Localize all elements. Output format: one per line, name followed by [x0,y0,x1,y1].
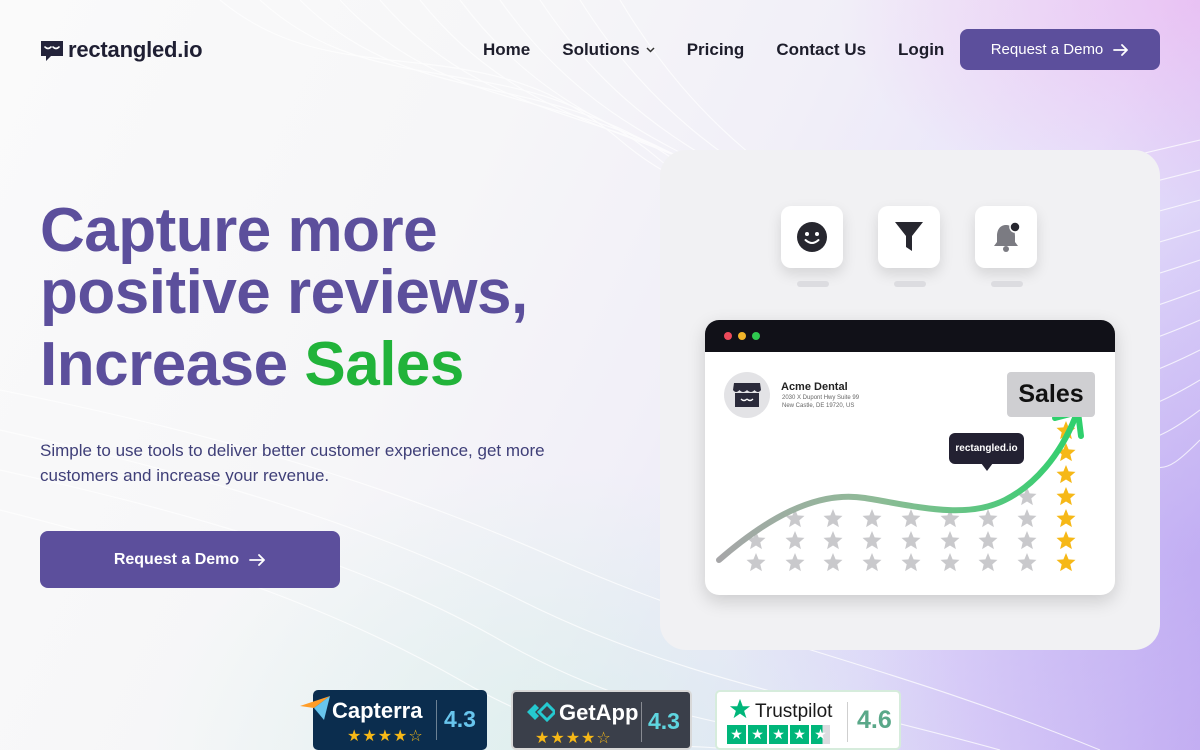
nav-solutions-label: Solutions [562,40,640,59]
rating-star [901,531,921,550]
trustpilot-star-box: ★ [811,725,830,744]
getapp-score: 4.3 [648,708,680,734]
trustpilot-rating-badge[interactable]: Trustpilot 4.6 ★ ★ ★ ★ ★ [715,690,901,750]
hero-title-line3: Increase Sales [40,334,600,396]
browser-window: Acme Dental 2030 X Dupont Hwy Suite 99 N… [705,320,1115,595]
rating-star [1056,553,1076,572]
badge-divider [641,702,642,742]
business-name: Acme Dental [781,381,848,393]
filter-icon [895,222,923,251]
rating-star-grid [746,421,1076,572]
badge-divider [436,700,437,740]
trustpilot-star-box: ★ [748,725,767,744]
trustpilot-star-icon [729,698,751,719]
getapp-stars: ★★★★☆ [535,730,612,747]
rating-star [1017,531,1037,550]
tile-bell [975,206,1037,268]
brand-logo[interactable]: rectangled.io [40,37,203,63]
trustpilot-star-box: ★ [727,725,746,744]
site-header: rectangled.io Home Solutions Pricing Con… [40,29,1160,71]
chevron-down-icon [646,47,655,53]
trustpilot-score: 4.6 [857,706,892,734]
hero-section: Capture more positive reviews, Increase … [40,200,600,588]
business-address: 2030 X Dupont Hwy Suite 99 New Castle, D… [782,395,859,410]
hero-title-line2: positive reviews, [40,258,528,327]
nav-login-label: Login [898,40,945,59]
capterra-stars: ★★★★☆ [347,728,424,745]
rating-star [901,509,921,528]
rating-star [862,531,882,550]
nav-contact-label: Contact Us [776,40,867,59]
rating-star [978,553,998,572]
getapp-logo-icon [527,702,555,722]
tile-filter [878,206,940,268]
rating-star [940,553,960,572]
capterra-rating-badge[interactable]: Capterra 4.3 ★★★★☆ [300,690,487,750]
rating-star [940,531,960,550]
tile-caption-bar [894,281,926,287]
hero-title: Capture more positive reviews, Increase … [40,200,600,396]
request-demo-hero-label: Request a Demo [113,550,240,568]
rating-star [823,553,843,572]
nav-home-label: Home [483,40,531,59]
storefront-icon [733,383,761,407]
business-avatar [724,372,770,418]
tile-caption-bar [991,281,1023,287]
hero-title-line1: Capture more [40,196,438,265]
nav-login[interactable]: Login [898,40,944,60]
rating-star [901,553,921,572]
product-illustration: Acme Dental 2030 X Dupont Hwy Suite 99 N… [660,150,1160,650]
nav-pricing[interactable]: Pricing [687,40,745,60]
tile-caption-bar [797,281,829,287]
nav-contact[interactable]: Contact Us [776,40,866,60]
business-address-line2: New Castle, DE 19720, US [782,402,855,409]
growth-chart [716,409,1084,572]
rating-star [1056,465,1076,484]
rating-star [978,531,998,550]
rating-star [785,531,805,550]
rating-star [1017,509,1037,528]
capterra-name: Capterra [332,698,423,723]
hero-subtitle: Simple to use tools to deliver better cu… [40,441,545,485]
nav-home[interactable]: Home [483,40,530,60]
trustpilot-star-box: ★ [769,725,788,744]
arrow-right-icon [249,553,266,566]
rating-star [746,553,766,572]
brand-name: rectangled.io [68,37,203,62]
tile-smiley [781,206,843,268]
sales-badge: Sales [1007,372,1095,417]
rating-star [978,509,998,528]
capterra-score: 4.3 [444,706,476,732]
badge-divider [847,702,848,742]
rating-star [1056,531,1076,550]
rating-star [1056,509,1076,528]
rating-star [823,531,843,550]
nav-pricing-label: Pricing [686,40,745,59]
rating-star [823,509,843,528]
rating-star [862,553,882,572]
getapp-rating-badge[interactable]: GetApp 4.3 ★★★★☆ [511,690,692,750]
trustpilot-name: Trustpilot [755,701,833,722]
getapp-name: GetApp [559,700,639,725]
request-demo-button-hero[interactable]: Request a Demo [40,531,340,588]
main-nav: Home Solutions Pricing Contact Us Login [483,29,944,71]
request-demo-button-header[interactable]: Request a Demo [960,29,1160,70]
business-address-line1: 2030 X Dupont Hwy Suite 99 [782,395,860,401]
smiley-icon [797,222,827,252]
trustpilot-stars: ★ ★ ★ ★ ★ [727,725,830,744]
rating-star [862,509,882,528]
trustpilot-star-box: ★ [790,725,809,744]
logo-icon [41,41,63,61]
brand-tooltip: rectangled.io [949,433,1024,471]
request-demo-label: Request a Demo [990,41,1104,58]
arrow-right-icon [1113,43,1129,56]
hero-title-highlight: Sales [304,330,464,399]
hero-title-prefix: Increase [40,330,288,399]
nav-solutions[interactable]: Solutions [562,40,655,60]
rating-star [1056,487,1076,506]
capterra-logo-icon [300,696,330,720]
bell-icon [994,221,1021,252]
rating-star [1017,553,1037,572]
rating-star [785,553,805,572]
